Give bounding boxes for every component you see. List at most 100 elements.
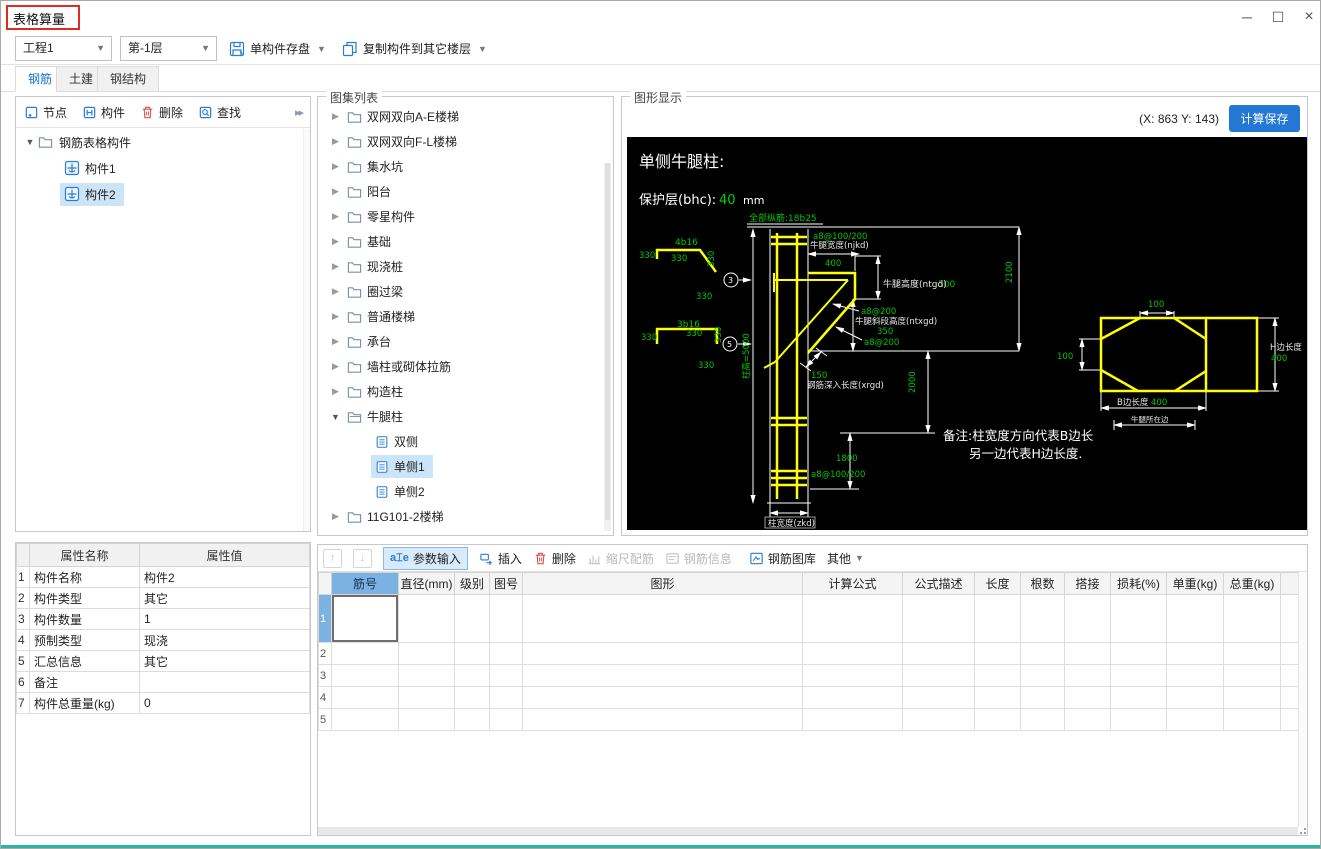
table-cell[interactable] xyxy=(398,708,455,731)
atlas-scrollbar[interactable] xyxy=(604,163,611,531)
table-cell[interactable] xyxy=(802,642,903,665)
cad-canvas[interactable]: 单侧牛腿柱: 保护层(bhc): 40 mm 全部纵筋:18b25 a8@100… xyxy=(627,137,1307,530)
table-cell[interactable] xyxy=(1166,708,1224,731)
table-cell[interactable] xyxy=(331,642,399,665)
table-cell[interactable] xyxy=(1280,664,1298,687)
table-cell[interactable] xyxy=(974,594,1021,643)
table-cell[interactable] xyxy=(1110,642,1167,665)
table-cell[interactable] xyxy=(1064,708,1111,731)
table-cell[interactable] xyxy=(1110,664,1167,687)
delete-row-button[interactable]: 删除 xyxy=(533,550,576,567)
row-number[interactable]: 1 xyxy=(318,594,332,643)
table-cell[interactable] xyxy=(1166,642,1224,665)
table-cell[interactable] xyxy=(1280,686,1298,709)
table-cell[interactable] xyxy=(1223,642,1281,665)
atlas-item-牛腿柱[interactable]: ▼ 牛腿柱 xyxy=(320,404,602,429)
property-value[interactable]: 其它 xyxy=(139,587,310,609)
expand-arrow-icon[interactable]: ▶ xyxy=(328,386,343,397)
table-cell[interactable] xyxy=(802,664,903,687)
table-cell[interactable] xyxy=(398,594,455,643)
table-cell[interactable] xyxy=(1110,708,1167,731)
row-number[interactable]: 4 xyxy=(318,686,332,709)
expand-arrow-icon[interactable]: ▶ xyxy=(328,311,343,322)
component-button[interactable]: 构件 xyxy=(82,104,125,121)
table-cell[interactable] xyxy=(454,708,490,731)
atlas-item-承台[interactable]: ▶ 承台 xyxy=(320,329,602,354)
table-cell[interactable] xyxy=(1064,594,1111,643)
row-number[interactable]: 3 xyxy=(318,664,332,687)
property-value[interactable]: 其它 xyxy=(139,650,310,672)
atlas-item-双侧[interactable]: 双侧 xyxy=(320,429,602,454)
table-cell[interactable] xyxy=(398,642,455,665)
table-cell[interactable] xyxy=(802,594,903,643)
node-button[interactable]: 节点 xyxy=(24,104,67,121)
delete-button[interactable]: 删除 xyxy=(140,104,183,121)
param-input-button[interactable]: a⌶e 参数输入 xyxy=(383,546,468,570)
table-cell[interactable] xyxy=(902,594,975,643)
table-horizontal-scrollbar[interactable] xyxy=(318,827,1298,835)
column-header-搭接[interactable]: 搭接 xyxy=(1064,572,1111,595)
table-cell[interactable] xyxy=(902,686,975,709)
table-cell[interactable] xyxy=(1020,708,1065,731)
table-cell[interactable] xyxy=(398,686,455,709)
tree-root-row[interactable]: ▼ 钢筋表格构件 xyxy=(16,129,302,155)
expand-arrow-icon[interactable]: ▶ xyxy=(328,511,343,522)
expand-arrow-icon[interactable]: ▶ xyxy=(328,336,343,347)
atlas-item-集水坑[interactable]: ▶ 集水坑 xyxy=(320,154,602,179)
column-header-钢筋[interactable]: 钢筋 xyxy=(1280,572,1298,595)
expand-arrow-icon[interactable]: ▼ xyxy=(328,412,343,422)
atlas-item-墙柱或砌体拉筋[interactable]: ▶ 墙柱或砌体拉筋 xyxy=(320,354,602,379)
project-select[interactable]: 工程1 ▼ xyxy=(15,36,112,61)
table-cell[interactable] xyxy=(489,642,523,665)
save-component-button[interactable]: 单构件存盘 ▼ xyxy=(225,37,330,60)
more-chevron-icon[interactable]: ▸▸ xyxy=(295,106,304,119)
floor-select[interactable]: 第-1层 ▼ xyxy=(120,36,217,61)
table-cell[interactable] xyxy=(331,594,399,643)
move-up-button[interactable]: ↑ xyxy=(323,548,342,568)
table-cell[interactable] xyxy=(974,708,1021,731)
insert-button[interactable]: 插入 xyxy=(479,550,522,567)
close-button[interactable]: × xyxy=(1296,7,1320,27)
table-cell[interactable] xyxy=(1020,594,1065,643)
table-cell[interactable] xyxy=(1166,594,1224,643)
table-cell[interactable] xyxy=(1166,664,1224,687)
table-cell[interactable] xyxy=(1064,642,1111,665)
expand-arrow-icon[interactable]: ▶ xyxy=(328,261,343,272)
table-cell[interactable] xyxy=(454,594,490,643)
column-header-计算公式[interactable]: 计算公式 xyxy=(802,572,903,595)
expand-arrow-icon[interactable]: ▶ xyxy=(328,186,343,197)
atlas-item-现浇桩[interactable]: ▶ 现浇桩 xyxy=(320,254,602,279)
atlas-item-单侧2[interactable]: 单侧2 xyxy=(320,479,602,504)
tab-steel[interactable]: 钢结构 xyxy=(97,66,160,92)
expand-arrow-icon[interactable]: ▶ xyxy=(328,211,343,222)
table-cell[interactable] xyxy=(522,708,803,731)
table-cell[interactable] xyxy=(1020,642,1065,665)
property-value[interactable]: 现浇 xyxy=(139,629,310,651)
atlas-item-构造柱[interactable]: ▶ 构造柱 xyxy=(320,379,602,404)
table-cell[interactable] xyxy=(331,686,399,709)
table-cell[interactable] xyxy=(1166,686,1224,709)
rebar-library-button[interactable]: 钢筋图库 xyxy=(749,550,816,567)
scale-rebar-button[interactable]: 缩尺配筋 xyxy=(587,550,654,567)
table-cell[interactable] xyxy=(331,708,399,731)
column-header-损耗(%)[interactable]: 损耗(%) xyxy=(1110,572,1167,595)
table-cell[interactable] xyxy=(802,686,903,709)
rebar-info-button[interactable]: 钢筋信息 xyxy=(665,550,732,567)
table-cell[interactable] xyxy=(489,664,523,687)
expand-arrow-icon[interactable]: ▶ xyxy=(328,286,343,297)
other-button[interactable]: 其他 ▼ xyxy=(827,550,864,567)
table-cell[interactable] xyxy=(522,594,803,643)
move-down-button[interactable]: ↓ xyxy=(353,548,372,568)
maximize-button[interactable]: ☐ xyxy=(1265,7,1291,27)
column-header-总重(kg)[interactable]: 总重(kg) xyxy=(1223,572,1281,595)
tree-item-component2[interactable]: 构件2 xyxy=(16,181,302,207)
table-cell[interactable] xyxy=(1280,708,1298,731)
table-cell[interactable] xyxy=(398,664,455,687)
atlas-item-11G101-2楼梯[interactable]: ▶ 11G101-2楼梯 xyxy=(320,504,602,529)
table-cell[interactable] xyxy=(489,708,523,731)
table-cell[interactable] xyxy=(902,642,975,665)
atlas-item-阳台[interactable]: ▶ 阳台 xyxy=(320,179,602,204)
table-cell[interactable] xyxy=(1064,664,1111,687)
table-cell[interactable] xyxy=(1020,664,1065,687)
table-cell[interactable] xyxy=(522,686,803,709)
